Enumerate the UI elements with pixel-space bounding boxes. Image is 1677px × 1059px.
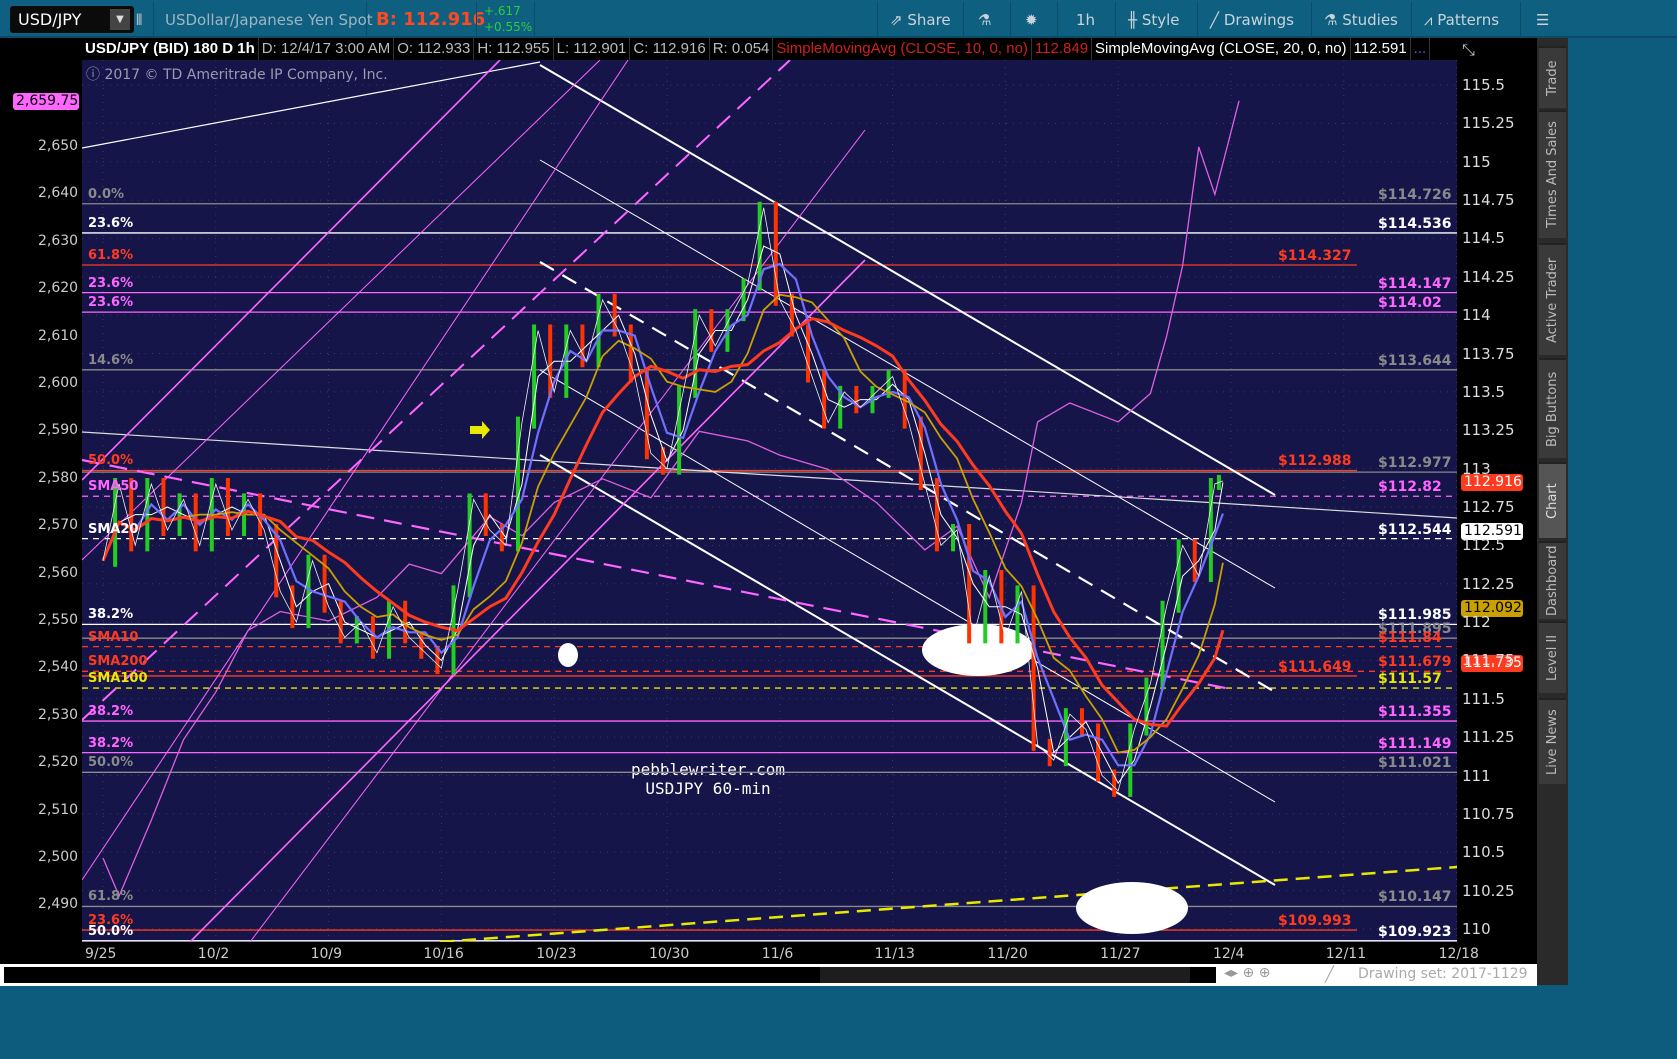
sma20-value: 112.591: [1351, 38, 1411, 60]
bid-price: B: 112.916: [376, 9, 486, 30]
share-button[interactable]: ⇗ Share: [890, 0, 951, 38]
studies-label: Studies: [1342, 11, 1398, 29]
high-value: H: 112.955: [474, 38, 554, 60]
share-label: Share: [907, 11, 951, 29]
zoom-tools[interactable]: ◂▸ ⊕ ⊕: [1224, 965, 1270, 981]
studies-button[interactable]: ⚗ Studies: [1324, 0, 1398, 38]
copyright-notice: ⓘ 2017 © TD Ameritrade IP Company, Inc.: [86, 64, 388, 84]
price-badge: 112.916: [1461, 473, 1523, 491]
side-tab-dashboard[interactable]: Dashboard: [1539, 541, 1566, 619]
drawings-label: Drawings: [1223, 11, 1295, 29]
sma20-study[interactable]: SimpleMovingAvg (CLOSE, 20, 0, no): [1092, 38, 1351, 60]
copyright-text: 2017 © TD Ameritrade IP Company, Inc.: [104, 67, 388, 83]
side-tabs: Trade Times And Sales Active Trader Big But…: [1537, 38, 1568, 985]
chart-title: USD/JPY (BID) 180 D 1h: [82, 38, 259, 60]
x-axis: [0, 942, 1537, 964]
zoom-icon[interactable]: ⊕: [1259, 965, 1271, 981]
patterns-button[interactable]: ⩘ Patterns: [1424, 0, 1499, 38]
pencil-icon: ╱: [1210, 11, 1220, 29]
bar-date: D: 12/4/17 3:00 AM: [259, 38, 395, 60]
low-value: L: 112.901: [554, 38, 631, 60]
symbol-description: USDollar/Japanese Yen Spot: [165, 11, 373, 29]
info-icon: ⓘ: [86, 67, 105, 83]
chevron-down-icon[interactable]: ▼: [110, 9, 130, 30]
toolbar: USD/JPY ▼ ⫴ USDollar/Japanese Yen Spot B:…: [0, 0, 1677, 38]
flask-icon: ⚗: [1324, 11, 1338, 29]
drawing-set[interactable]: Drawing set: 2017-1129: [1358, 966, 1528, 982]
side-tab-times-and-sales[interactable]: Times And Sales: [1539, 110, 1566, 238]
right-axis: 112.916 112.591 112.092 111.735: [1457, 38, 1537, 942]
symbol-value: USD/JPY: [18, 10, 82, 29]
range-value: R: 0.054: [710, 38, 774, 60]
timeframe-button[interactable]: 1h: [1076, 0, 1095, 38]
chart-info-bar: USD/JPY (BID) 180 D 1h D: 12/4/17 3:00 AM…: [82, 38, 1457, 60]
flask-icon[interactable]: ⚗: [978, 0, 991, 38]
link-icon[interactable]: ⫴: [136, 0, 142, 38]
style-label: Style: [1141, 11, 1180, 29]
side-tab-live-news[interactable]: Live News: [1539, 698, 1566, 784]
share-icon: ⇗: [890, 11, 903, 29]
side-tab-active-trader[interactable]: Active Trader: [1539, 243, 1566, 355]
side-tab-chart[interactable]: Chart: [1539, 462, 1566, 538]
symbol-selector[interactable]: USD/JPY ▼: [10, 6, 134, 33]
line-icon[interactable]: ╱: [1325, 965, 1334, 983]
patterns-label: Patterns: [1437, 11, 1500, 29]
spx-badge: 2,659.75: [13, 92, 79, 110]
watermark-line1: pebblewriter.com: [630, 760, 786, 779]
horizontal-scrollbar[interactable]: [4, 967, 1216, 983]
watermark-line2: USDJPY 60-min: [645, 779, 771, 798]
expand-icon[interactable]: ⤡: [1462, 40, 1475, 60]
crosshair-icon[interactable]: ⊕: [1243, 965, 1255, 981]
side-tab-trade[interactable]: Trade: [1539, 46, 1566, 108]
close-value: C: 112.916: [630, 38, 710, 60]
more-studies-button[interactable]: ...: [1411, 38, 1431, 60]
price-badge: 112.092: [1461, 599, 1523, 617]
open-value: O: 112.933: [394, 38, 475, 60]
drawings-button[interactable]: ╱ Drawings: [1210, 0, 1294, 38]
chart-plot-area[interactable]: [82, 60, 1457, 942]
side-tab-big-buttons[interactable]: Big Buttons: [1539, 358, 1566, 458]
left-axis: 2,659.75: [0, 38, 82, 942]
sma10-study[interactable]: SimpleMovingAvg (CLOSE, 10, 0, no): [773, 38, 1032, 60]
pan-icon[interactable]: ◂▸: [1224, 965, 1238, 981]
scrollbar-thumb[interactable]: [820, 967, 1190, 983]
price-badge: 111.735: [1461, 654, 1523, 672]
bottom-bar: ◂▸ ⊕ ⊕ ╱ Drawing set: 2017-1129: [0, 964, 1537, 986]
gear-icon[interactable]: ✹: [1025, 0, 1038, 38]
change-percent: +0.55%: [484, 20, 533, 34]
sma10-value: 112.849: [1032, 38, 1093, 60]
patterns-icon: ⩘: [1424, 11, 1433, 29]
change-value: +.617: [484, 4, 521, 18]
price-badge: 112.591: [1461, 523, 1523, 541]
side-tab-level-ii[interactable]: Level II: [1539, 621, 1566, 693]
menu-icon[interactable]: ☰: [1536, 0, 1549, 38]
watermark: pebblewriter.com USDJPY 60-min: [618, 760, 798, 798]
candle-icon: ╫: [1128, 11, 1138, 29]
style-button[interactable]: ╫ Style: [1128, 0, 1180, 38]
